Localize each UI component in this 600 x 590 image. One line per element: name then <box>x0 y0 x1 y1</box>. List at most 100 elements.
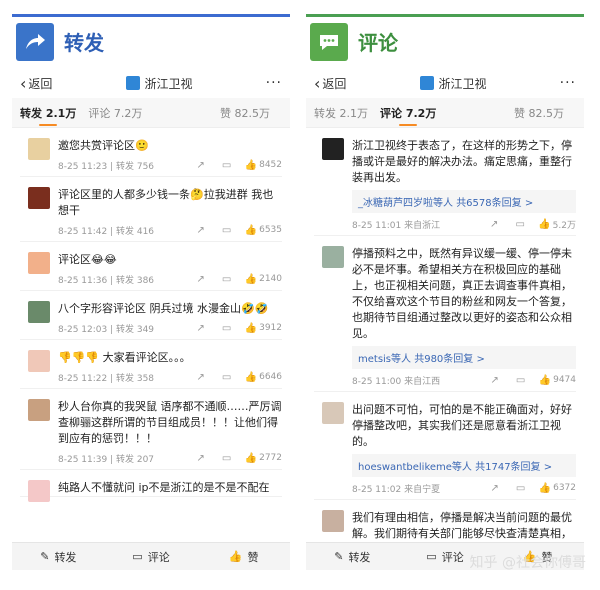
share-icon[interactable]: ↗ <box>487 375 503 386</box>
share-icon[interactable]: ↗ <box>486 219 502 230</box>
thumbs-up-icon: 👍 <box>244 159 258 171</box>
account-name[interactable]: 浙江卫视 <box>52 75 265 92</box>
like-count-button[interactable]: 👍 2772 <box>245 453 282 464</box>
reply-icon[interactable]: ▭ <box>219 225 235 236</box>
back-button[interactable]: ‹ 返回 <box>20 74 52 93</box>
repost-button[interactable]: ✎ 转发 <box>12 549 105 565</box>
user-avatar[interactable] <box>322 510 344 532</box>
comment-meta: 8-25 11:23 | 转发 756 ↗ ▭ 👍 8452 <box>58 154 282 176</box>
like-button[interactable]: 👍 赞 <box>197 549 290 565</box>
comment-time: 8-25 11:39 | 转发 207 <box>58 454 155 465</box>
tab-repost[interactable]: 转发 2.1万 <box>20 99 76 127</box>
reply-icon[interactable]: ▭ <box>513 483 529 494</box>
comment-item[interactable]: 秒人台你真的我哭鼠 语序都不通顺……严厉调查柳骊这群所谓的节目组成员！！！让他们… <box>20 389 282 470</box>
comment-item[interactable]: 纯路人不懂就问 ip不是浙江的是不是不配在 <box>20 470 282 502</box>
share-icon[interactable]: ↗ <box>487 483 503 494</box>
comment-icon: ▭ <box>132 550 143 563</box>
comment-item[interactable]: 出问题不可怕，可怕的是不能正确面对，好好停播整改吧，其实我们还是愿意看浙江卫视的… <box>314 392 576 500</box>
repost-list: 邀您共赏评论区🙂 8-25 11:23 | 转发 756 ↗ ▭ 👍 8452 评论区里的人… <box>12 128 290 502</box>
account-avatar <box>419 76 434 90</box>
thumbs-up-icon: 👍 <box>244 273 258 285</box>
reply-icon[interactable]: ▭ <box>219 453 235 464</box>
account-name[interactable]: 浙江卫视 <box>346 75 559 92</box>
comment-time: 8-25 11:00 来自江西 <box>352 376 441 387</box>
user-avatar[interactable] <box>28 480 50 502</box>
user-avatar[interactable] <box>28 252 50 274</box>
bottom-action-bar: ✎ 转发 ▭ 评论 👍 赞 <box>12 542 290 570</box>
panel-title: 评论 <box>358 31 398 55</box>
panel-title-bar: 转发 <box>12 14 290 66</box>
reply-icon[interactable]: ▭ <box>513 375 529 386</box>
comment-item[interactable]: 👎👎👎 大家看评论区。。。 8-25 11:22 | 转发 358 ↗ ▭ 👍 6646 <box>20 340 282 389</box>
repost-button[interactable]: ✎ 转发 <box>306 549 399 565</box>
like-count-button[interactable]: 👍 5.2万 <box>538 218 576 231</box>
comment-item[interactable]: 评论区里的人都多少钱一条🤔拉我进群 我也想干 8-25 11:42 | 转发 41… <box>20 177 282 242</box>
tab-repost[interactable]: 转发 2.1万 <box>314 99 368 127</box>
like-count: 5.2万 <box>552 220 576 231</box>
comment-time: 8-25 12:03 | 转发 349 <box>58 324 155 335</box>
thumbs-up-icon: 👍 <box>538 482 552 494</box>
comment-text: 浙江卫视终于表态了，在这样的形势之下，停播或许是最好的解决办法。痛定思痛，重整行… <box>352 139 572 184</box>
right-panel-comment: 评论 ‹ 返回 浙江卫视 ··· 转发 2.1万 评论 7.2万 赞 82.5万 … <box>306 14 584 570</box>
edit-icon: ✎ <box>334 550 344 563</box>
comment-time: 8-25 11:23 | 转发 756 <box>58 161 155 172</box>
reply-count: 共1747条回复 > <box>475 462 553 473</box>
tab-comment[interactable]: 评论 7.2万 <box>88 99 142 127</box>
user-avatar[interactable] <box>322 402 344 424</box>
like-count-button[interactable]: 👍 6646 <box>245 372 282 383</box>
like-count-button[interactable]: 👍 6372 <box>539 483 576 494</box>
reply-icon[interactable]: ▭ <box>219 372 235 383</box>
share-icon[interactable]: ↗ <box>193 160 209 171</box>
more-options-button[interactable]: ··· <box>560 75 576 91</box>
share-icon[interactable]: ↗ <box>193 274 209 285</box>
share-icon[interactable]: ↗ <box>193 225 209 236</box>
comment-meta: 8-25 12:03 | 转发 349 ↗ ▭ 👍 3912 <box>58 317 282 339</box>
comment-meta: 8-25 11:42 | 转发 416 ↗ ▭ 👍 6535 <box>58 219 282 241</box>
watermark: 知乎 @社会你傅哥 <box>469 555 586 571</box>
reply-icon[interactable]: ▭ <box>219 323 235 334</box>
reply-icon[interactable]: ▭ <box>219 274 235 285</box>
like-count-button[interactable]: 👍 3912 <box>245 323 282 334</box>
comment-item[interactable]: 我们有理由相信，停播是解决当前问题的最优解。我们期待有关部门能够尽快查清楚真相， <box>314 500 576 543</box>
reply-summary-link[interactable]: _冰糖葫芦四岁啦等人 共6578条回复 > <box>352 190 576 213</box>
user-avatar[interactable] <box>28 399 50 421</box>
thumbs-up-icon: 👍 <box>228 550 243 563</box>
tab-like[interactable]: 赞 82.5万 <box>514 99 564 127</box>
user-avatar[interactable] <box>28 187 50 209</box>
comment-text: 评论区里的人都多少钱一条🤔拉我进群 我也想干 <box>58 188 274 217</box>
reply-summary-link[interactable]: metsis等人 共980条回复 > <box>352 346 576 369</box>
user-avatar[interactable] <box>28 138 50 160</box>
reply-icon[interactable]: ▭ <box>512 219 528 230</box>
reply-summary-link[interactable]: hoeswantbelikeme等人 共1747条回复 > <box>352 454 576 477</box>
user-avatar[interactable] <box>28 301 50 323</box>
comment-list: 浙江卫视终于表态了，在这样的形势之下，停播或许是最好的解决办法。痛定思痛，重整行… <box>306 128 584 543</box>
comment-text: 👎👎👎 大家看评论区。。。 <box>58 351 191 364</box>
left-panel-repost: 转发 ‹ 返回 浙江卫视 ··· 转发 2.1万 评论 7.2万 赞 82.5万 … <box>12 14 290 570</box>
comment-item[interactable]: 八个字形容评论区 阴兵过境 水漫金山🤣🤣 8-25 12:03 | 转发 349 ↗… <box>20 291 282 340</box>
thumbs-up-icon: 👍 <box>244 322 258 334</box>
user-avatar[interactable] <box>322 138 344 160</box>
share-icon[interactable]: ↗ <box>193 453 209 464</box>
reply-icon[interactable]: ▭ <box>219 160 235 171</box>
comment-text: 纯路人不懂就问 ip不是浙江的是不是不配在 <box>58 481 270 494</box>
like-count-button[interactable]: 👍 6535 <box>245 225 282 236</box>
like-count-button[interactable]: 👍 2140 <box>245 274 282 285</box>
tab-bar: 转发 2.1万 评论 7.2万 赞 82.5万 <box>306 98 584 128</box>
like-count-button[interactable]: 👍 8452 <box>245 160 282 171</box>
comment-time: 8-25 11:42 | 转发 416 <box>58 226 155 237</box>
comment-item[interactable]: 浙江卫视终于表态了，在这样的形势之下，停播或许是最好的解决办法。痛定思痛，重整行… <box>314 128 576 236</box>
share-icon[interactable]: ↗ <box>193 323 209 334</box>
share-icon[interactable]: ↗ <box>193 372 209 383</box>
tab-like[interactable]: 赞 82.5万 <box>220 99 270 127</box>
back-button[interactable]: ‹ 返回 <box>314 74 346 93</box>
more-options-button[interactable]: ··· <box>266 75 282 91</box>
account-avatar <box>125 76 140 90</box>
comment-item[interactable]: 评论区😂😂 8-25 11:36 | 转发 386 ↗ ▭ 👍 2140 <box>20 242 282 291</box>
comment-item[interactable]: 邀您共赏评论区🙂 8-25 11:23 | 转发 756 ↗ ▭ 👍 8452 <box>20 128 282 177</box>
user-avatar[interactable] <box>322 246 344 268</box>
tab-comment[interactable]: 评论 7.2万 <box>380 99 436 127</box>
comment-button[interactable]: ▭ 评论 <box>105 549 198 565</box>
comment-item[interactable]: 停播预料之中，既然有异议缓一缓、停一停未必不是坏事。希望相关方在积极回应的基础上… <box>314 236 576 392</box>
user-avatar[interactable] <box>28 350 50 372</box>
like-count-button[interactable]: 👍 9474 <box>539 375 576 386</box>
